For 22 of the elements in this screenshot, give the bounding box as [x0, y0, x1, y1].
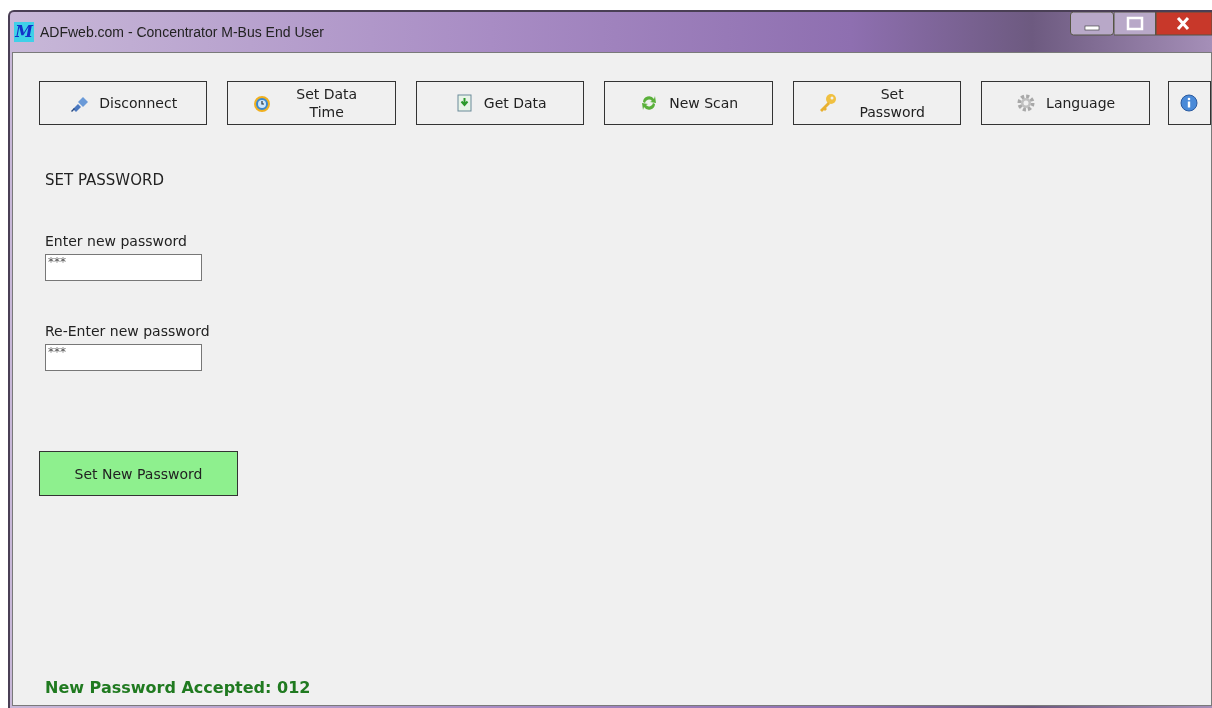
field-label: Re-Enter new password [45, 323, 211, 339]
section-title: SET PASSWORD [45, 171, 165, 189]
toolbar-button[interactable]: Get Data [415, 81, 585, 125]
password-field[interactable]: *** [45, 344, 202, 371]
window-title: ADFweb.com - Concentrator M-Bus End User [40, 24, 324, 40]
toolbar-button[interactable]: Language [981, 81, 1150, 125]
app-logo: M [14, 22, 34, 42]
info-icon [1179, 93, 1200, 113]
close-button[interactable] [1156, 12, 1212, 36]
gear-icon [1016, 93, 1037, 113]
field-label: Enter new password [45, 233, 188, 249]
toolbar-button[interactable]: Set Data Time [227, 81, 396, 125]
toolbar-button[interactable]: Disconnect [39, 81, 208, 125]
status-message: New Password Accepted: 012 [45, 678, 312, 697]
set-password-button[interactable]: Set New Password [39, 451, 238, 496]
minimize-button[interactable] [1070, 12, 1114, 36]
password-field[interactable]: *** [45, 254, 202, 281]
info-button[interactable] [1167, 81, 1212, 125]
clock-icon [251, 93, 272, 113]
toolbar-button[interactable]: New Scan [604, 81, 773, 125]
toolbar-button[interactable]: Set Password [792, 81, 962, 125]
maximize-button[interactable] [1114, 12, 1156, 36]
